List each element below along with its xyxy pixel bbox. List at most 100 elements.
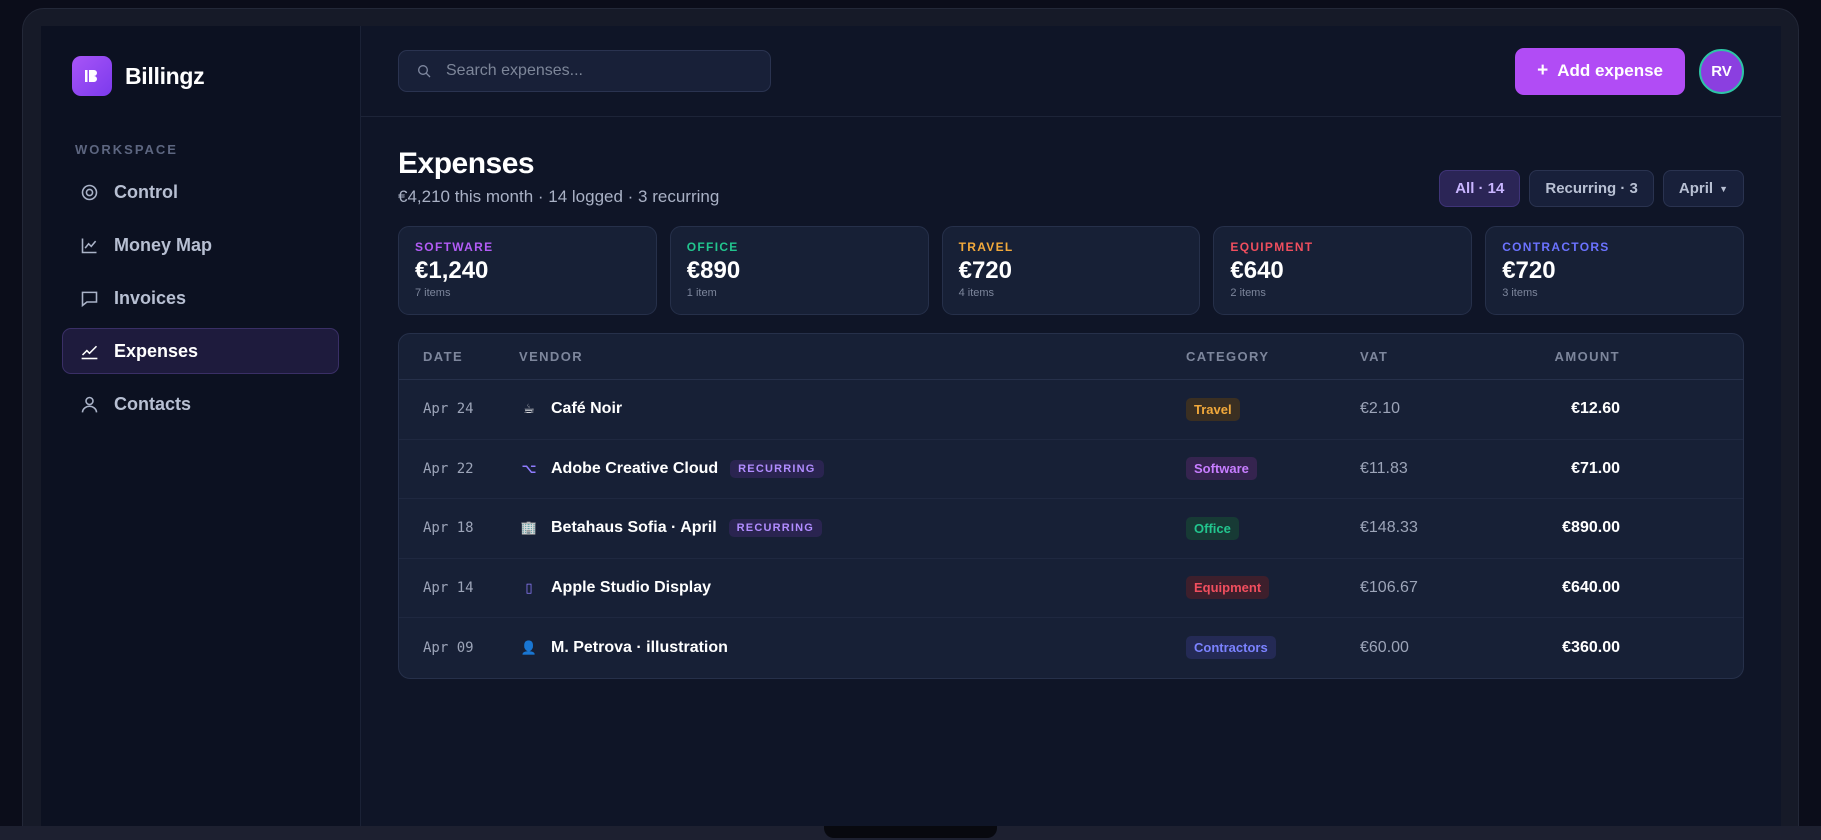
sidebar-item-control[interactable]: Control [62,169,339,215]
avatar[interactable]: RV [1699,48,1744,94]
row-vat: €60.00 [1360,638,1409,656]
row-vat: €2.10 [1360,400,1401,418]
row-category: Travel [1186,397,1360,421]
logo-mark-icon [72,56,112,96]
sidebar-item-label: Invoices [114,287,187,308]
row-vat: €11.83 [1360,459,1408,477]
table-row[interactable]: Apr 14 ▯ Apple Studio Display Equipment … [399,559,1743,618]
summary-card-travel[interactable]: TRAVEL €720 4 items [941,226,1201,315]
recurring-badge: RECURRING [730,459,824,478]
row-vat: €148.33 [1360,519,1418,537]
main-area: + Add expense RV Expenses €4,210 this mo… [361,26,1781,826]
filter-recurring[interactable]: Recurring · 3 [1529,170,1654,207]
category-badge: Office [1186,516,1239,540]
row-category: Software [1186,457,1360,481]
content: Expenses €4,210 this month · 14 logged ·… [361,147,1781,679]
row-date: Apr 18 [423,520,474,537]
category-badge: Contractors [1186,636,1276,660]
sidebar-item-label: Contacts [114,393,192,414]
filter-all[interactable]: All · 14 [1439,170,1521,207]
column-header-amount[interactable]: AMOUNT [1510,349,1620,364]
summary-card-office[interactable]: OFFICE €890 1 item [669,226,929,315]
sidebar-item-contacts[interactable]: Contacts [62,381,339,427]
search-box[interactable] [398,50,771,92]
vendor-name: Café Noir [551,400,623,418]
brand-name: Billingz [125,62,205,89]
building-icon: 🏢 [520,520,538,536]
category-badge: Equipment [1186,576,1270,600]
section-label-workspace: WORKSPACE [75,142,178,157]
display-icon: ▯ [525,579,533,595]
category-badge: Software [1186,457,1257,481]
vendor-name: Betahaus Sofia · April [551,519,717,537]
coffee-icon: ☕ [523,401,535,417]
row-amount: €360.00 [1562,638,1620,656]
row-date: Apr 09 [423,639,474,656]
summary-card-equipment[interactable]: EQUIPMENT €640 2 items [1213,226,1473,315]
sidebar-item-label: Money Map [114,234,213,255]
expenses-table: DATE VENDOR CATEGORY VAT AMOUNT Apr 24 ☕… [398,333,1744,679]
brand[interactable]: Billingz [72,56,339,96]
page-subtitle: €4,210 this month · 14 logged · 3 recurr… [398,187,720,206]
message-square-icon [81,291,98,307]
sidebar-item-invoices[interactable]: Invoices [62,275,339,321]
table-header: DATE VENDOR CATEGORY VAT AMOUNT [399,334,1743,380]
topbar: + Add expense RV [361,26,1781,117]
page-header: Expenses €4,210 this month · 14 logged ·… [398,147,1744,207]
search-input[interactable] [446,62,746,80]
row-vendor: ⌥ Adobe Creative Cloud RECURRING [519,459,1186,479]
device-notch [824,826,997,838]
recurring-badge: RECURRING [728,519,823,538]
card-label: OFFICE [686,240,739,254]
card-count: 1 item [686,287,717,299]
sidebar: Billingz WORKSPACE Control Money Map Inv… [41,26,361,826]
add-expense-button[interactable]: + Add expense [1515,47,1685,95]
card-label: CONTRACTORS [1502,240,1610,254]
topbar-actions: + Add expense RV [1515,47,1744,95]
sidebar-item-expenses[interactable]: Expenses [62,328,339,374]
column-header-vendor[interactable]: VENDOR [519,349,1186,364]
filter-chips: All · 14 Recurring · 3 April ▼ [1439,170,1744,207]
column-header-category[interactable]: CATEGORY [1186,349,1360,364]
row-category: Office [1186,516,1360,540]
row-date: Apr 22 [423,460,474,477]
table-row[interactable]: Apr 24 ☕ Café Noir Travel €2.10 €12.60 [399,380,1743,440]
trend-check-icon [81,345,98,359]
add-expense-label: Add expense [1557,61,1663,80]
row-date: Apr 24 [423,401,474,418]
sidebar-item-label: Expenses [114,340,199,361]
card-value: €640 [1230,257,1284,284]
row-vendor: ☕ Café Noir [519,399,1186,419]
card-label: SOFTWARE [415,240,494,254]
summary-card-contractors[interactable]: CONTRACTORS €720 3 items [1485,226,1744,315]
filter-label: Recurring · 3 [1545,180,1638,197]
column-header-date[interactable]: DATE [399,349,519,364]
summary-card-software[interactable]: SOFTWARE €1,240 7 items [398,226,657,315]
page-title: Expenses [398,147,535,180]
row-amount: €12.60 [1571,400,1620,418]
column-header-vat[interactable]: VAT [1360,349,1510,364]
table-row[interactable]: Apr 22 ⌥ Adobe Creative Cloud RECURRING … [399,440,1743,499]
summary-cards: SOFTWARE €1,240 7 items OFFICE €890 1 it… [398,226,1744,315]
option-key-icon: ⌥ [521,460,537,476]
row-vendor: ▯ Apple Studio Display [519,578,1186,598]
filter-label: April [1678,180,1714,197]
table-row[interactable]: Apr 09 👤 M. Petrova · illustration Contr… [399,618,1743,678]
search-icon [418,65,431,78]
person-icon: 👤 [520,639,538,655]
plus-icon: + [1537,60,1549,81]
user-icon [81,396,98,412]
category-badge: Travel [1186,397,1240,421]
line-chart-icon [81,238,97,253]
card-count: 2 items [1230,287,1266,299]
sidebar-item-money-map[interactable]: Money Map [62,222,339,268]
sidebar-item-label: Control [114,181,178,202]
card-count: 4 items [958,287,995,299]
card-label: TRAVEL [958,240,1014,254]
row-category: Contractors [1186,636,1360,660]
card-value: €890 [686,257,741,284]
target-icon [81,184,98,200]
vendor-name: M. Petrova · illustration [551,638,728,656]
month-dropdown[interactable]: April ▼ [1662,170,1744,207]
table-row[interactable]: Apr 18 🏢 Betahaus Sofia · April RECURRIN… [399,499,1743,559]
